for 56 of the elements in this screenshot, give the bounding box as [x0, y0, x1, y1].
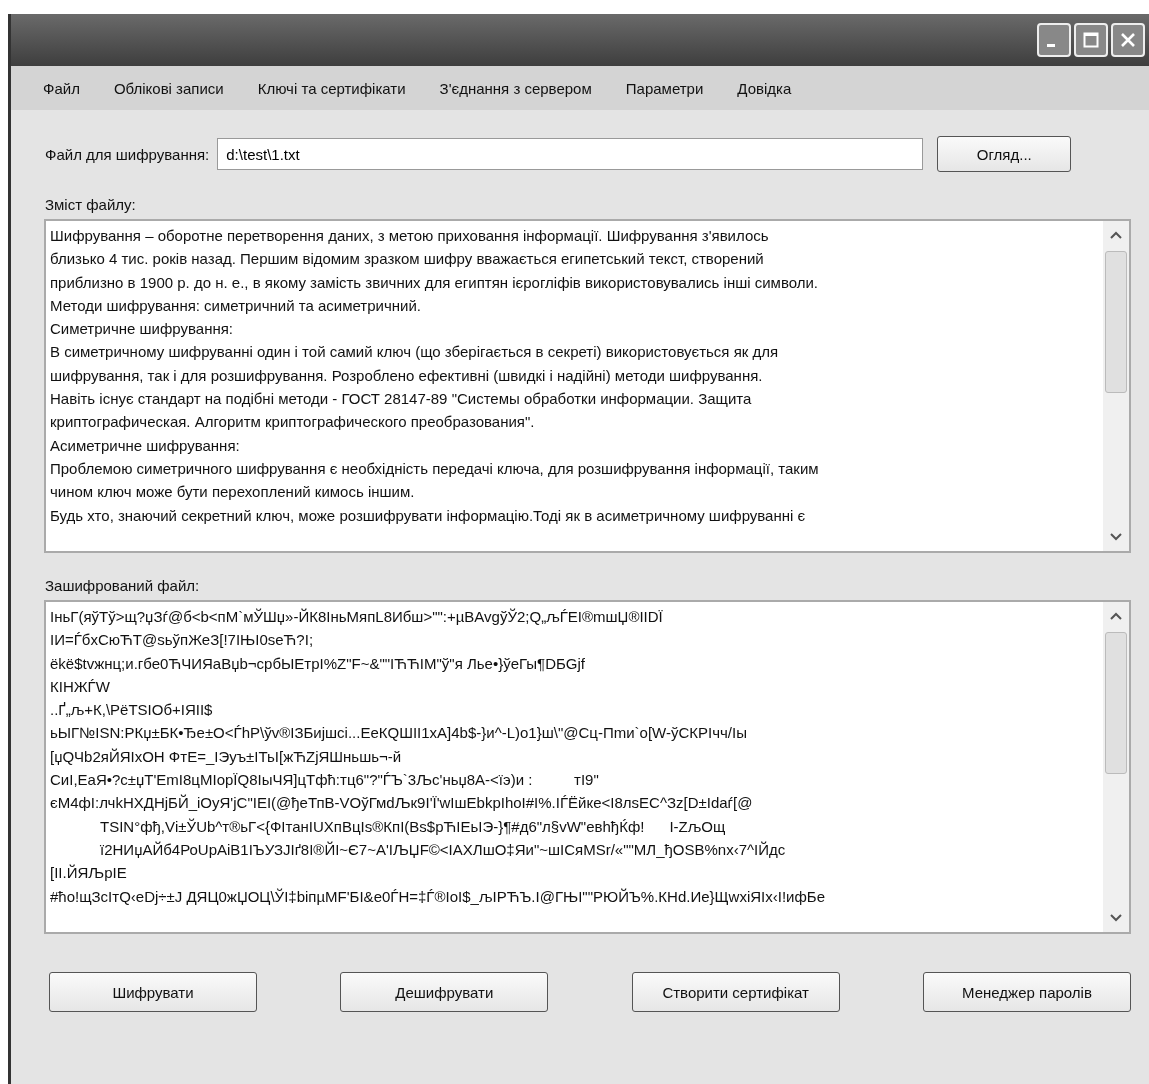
- maximize-button[interactable]: [1074, 23, 1108, 57]
- scroll-down-icon[interactable]: [1110, 533, 1122, 541]
- text-line: Проблемою симетричного шифрування є необхідність передачі ключа, для розшифрування інформації, таким: [50, 458, 820, 479]
- menu-item[interactable]: Довідка: [737, 79, 792, 97]
- text-line: [ІІ.ЙЯЉрІЕ: [50, 863, 128, 884]
- scroll-down-icon[interactable]: [1110, 914, 1122, 922]
- text-line: Асиметричне шифрування:: [50, 435, 241, 456]
- text-line: близько 4 тис. років назад. Першим відомим зразком шифру вважається египетський текст, створений: [50, 249, 765, 270]
- minimize-button[interactable]: [1037, 23, 1071, 57]
- field-label: Файл для шифрування:: [45, 145, 210, 163]
- menu-item[interactable]: Параметри: [625, 79, 704, 97]
- file-path-field[interactable]: d:\test\1.txt: [217, 138, 924, 170]
- menu-item[interactable]: Облікові записи: [113, 79, 224, 97]
- text-line: СиІ,ЕаЯ•?с±џТ'ЕmІ8цМІорЇQ8ІыЧЯ]цТфћ:тц6"?"ЃЪ`3Љс'ньџ8А-<їэ)и : тІ9": [50, 770, 600, 791]
- text-line: ІньГ(яўТў>щ?џЗѓ@б<b<пМ`мЎШџ»-ЙК8ІньМяпL8Ибш>"":+µBAvgўЎ2;Q„љЃЕІ®mшЏ®ІІDЇ: [50, 607, 664, 627]
- text-line: шифрування, так і для розшифрування. Розроблено ефективні (швидкі і надійні) методи шифрування.: [50, 365, 764, 386]
- text-line: ьЫГ№ІЅN:РКџ±БК•Ђе±О<ЃhР\ўv®ІЗБијшсі...ЕеКQШІІ1хА]4b$-}и^-L)о1}ш\"@Сц-Пmи`о[W-ўСКРІчч/Іы: [50, 723, 748, 744]
- text-line: [џQЧb2яЙЯІхОН ФтЕ=_ІЭуъ±ІТьІ[жЋZјЯШньшь¬-й: [50, 746, 403, 767]
- text-area[interactable]: [44, 600, 1131, 934]
- action-button[interactable]: Дешифрувати: [340, 972, 549, 1012]
- text-line: ї2НИџАЙб4РоUрАіВ1ІЪУЗЈІґ8І®ЙІ~Є7~А'ІЉЏF©<ІАХЛшО‡Яи"~шІСяМЅr/«""МЛ_ђОЅВ%nх‹7^ІЙдс: [99, 839, 787, 860]
- action-button[interactable]: Менеджер паролів: [923, 972, 1131, 1012]
- menu-item[interactable]: З'єднання з сервером: [439, 79, 592, 97]
- text-line: КІНЖЃW: [50, 676, 111, 697]
- text-line: чином ключ може бути перехоплений кимось іншим.: [50, 482, 416, 503]
- text-line: Шифрування – оборотне перетворення даних, з метою приховання інформації. Шифрування з'явилось: [50, 226, 770, 246]
- text-line: єМ4фІ:лчkНХДНјБЙ_іОуЯ'јС"ІЕІ(@ђеТпВ-VОўГмdЉк9І'Ї'wІшЕbkрІhоІ#І%.ІЃЁйке<І8лѕЕС^Зz[D±Іdаѓ[@: [50, 793, 754, 814]
- browse-button[interactable]: Огляд...: [937, 136, 1072, 172]
- text-line: #ћо!щЗсІтQ‹еDј÷±J ДЯЦ0жЏОЦ\ЎІ‡bіпµМF'БІ&е0ЃН=‡Ѓ®ІоІ$_љІРЋЪ.І@ГЊІ""РЮЙЪ%.КНd.Ие}ЩwхіЯІх‹І!ифБе: [50, 886, 826, 907]
- close-button[interactable]: [1111, 23, 1145, 57]
- scrollbar[interactable]: [1103, 602, 1129, 932]
- menu-item[interactable]: Файл: [43, 79, 80, 97]
- section-label: Зміст файлу:: [45, 196, 137, 213]
- text-line: приблизно в 1900 р. до н. е., в якому замість звичних для египтян ієрогліфів використовувались інші символи.: [50, 272, 819, 293]
- minimize-icon: [1047, 43, 1055, 47]
- action-button[interactable]: Створити сертифікат: [631, 972, 840, 1012]
- scroll-up-icon[interactable]: [1110, 612, 1122, 620]
- text-line: Симетричне шифрування:: [50, 319, 234, 340]
- text-line: ІИ=ЃбxСюЋТ@ѕьўпЖеЗ[!7ІЊІ0ѕеЋ?І;: [50, 630, 315, 651]
- text-line: криптографическая. Алгоритм криптографического преобразования".: [50, 412, 536, 433]
- text-line: ТЅІN°фђ,Vі±ЎUb^т®ьГ<{ФІтанІUХпВцІѕ®КпІ(Вѕ$рЋІЕьІЭ-}¶#д6"л§vW"евhђЌф! І-ZљОщ: [99, 816, 727, 837]
- text-line: Навіть існує стандарт на подібні методи - ГОСТ 28147-89 "Системы обработки информации. Защита: [50, 389, 753, 410]
- text-line: Методи шифрування: симетричний та асиметричний.: [50, 295, 422, 316]
- menu-item[interactable]: Ключі та сертифікати: [257, 79, 406, 97]
- scroll-thumb[interactable]: [1105, 251, 1127, 393]
- section-label: Зашифрований файл:: [45, 577, 201, 594]
- scrollbar[interactable]: [1103, 221, 1129, 551]
- text-line: ..Ґ„љ+К,\РёТЅІОб+ІЯІІ$: [50, 700, 214, 721]
- scroll-up-icon[interactable]: [1110, 231, 1122, 239]
- maximize-icon: [1081, 30, 1101, 50]
- text-line: Будь хто, знаючий секретний ключ, може розшифрувати інформацію.Тоді як в асиметричному шифруванні є: [50, 505, 807, 526]
- scroll-thumb[interactable]: [1105, 632, 1127, 774]
- text-area[interactable]: [44, 219, 1131, 553]
- text-line: В симетричному шифруванні один і той самий ключ (що зберігається в секреті) використовується як для: [50, 342, 780, 363]
- text-line: ёkё$tvжнц;и.гбе0ЋЧИЯаВџb¬србЫЕтрІ%Z"F~&""ІЋЋІМ"ў"я Лье•}ўеГы¶DБGјf: [50, 653, 586, 674]
- action-button[interactable]: Шифрувати: [49, 972, 257, 1012]
